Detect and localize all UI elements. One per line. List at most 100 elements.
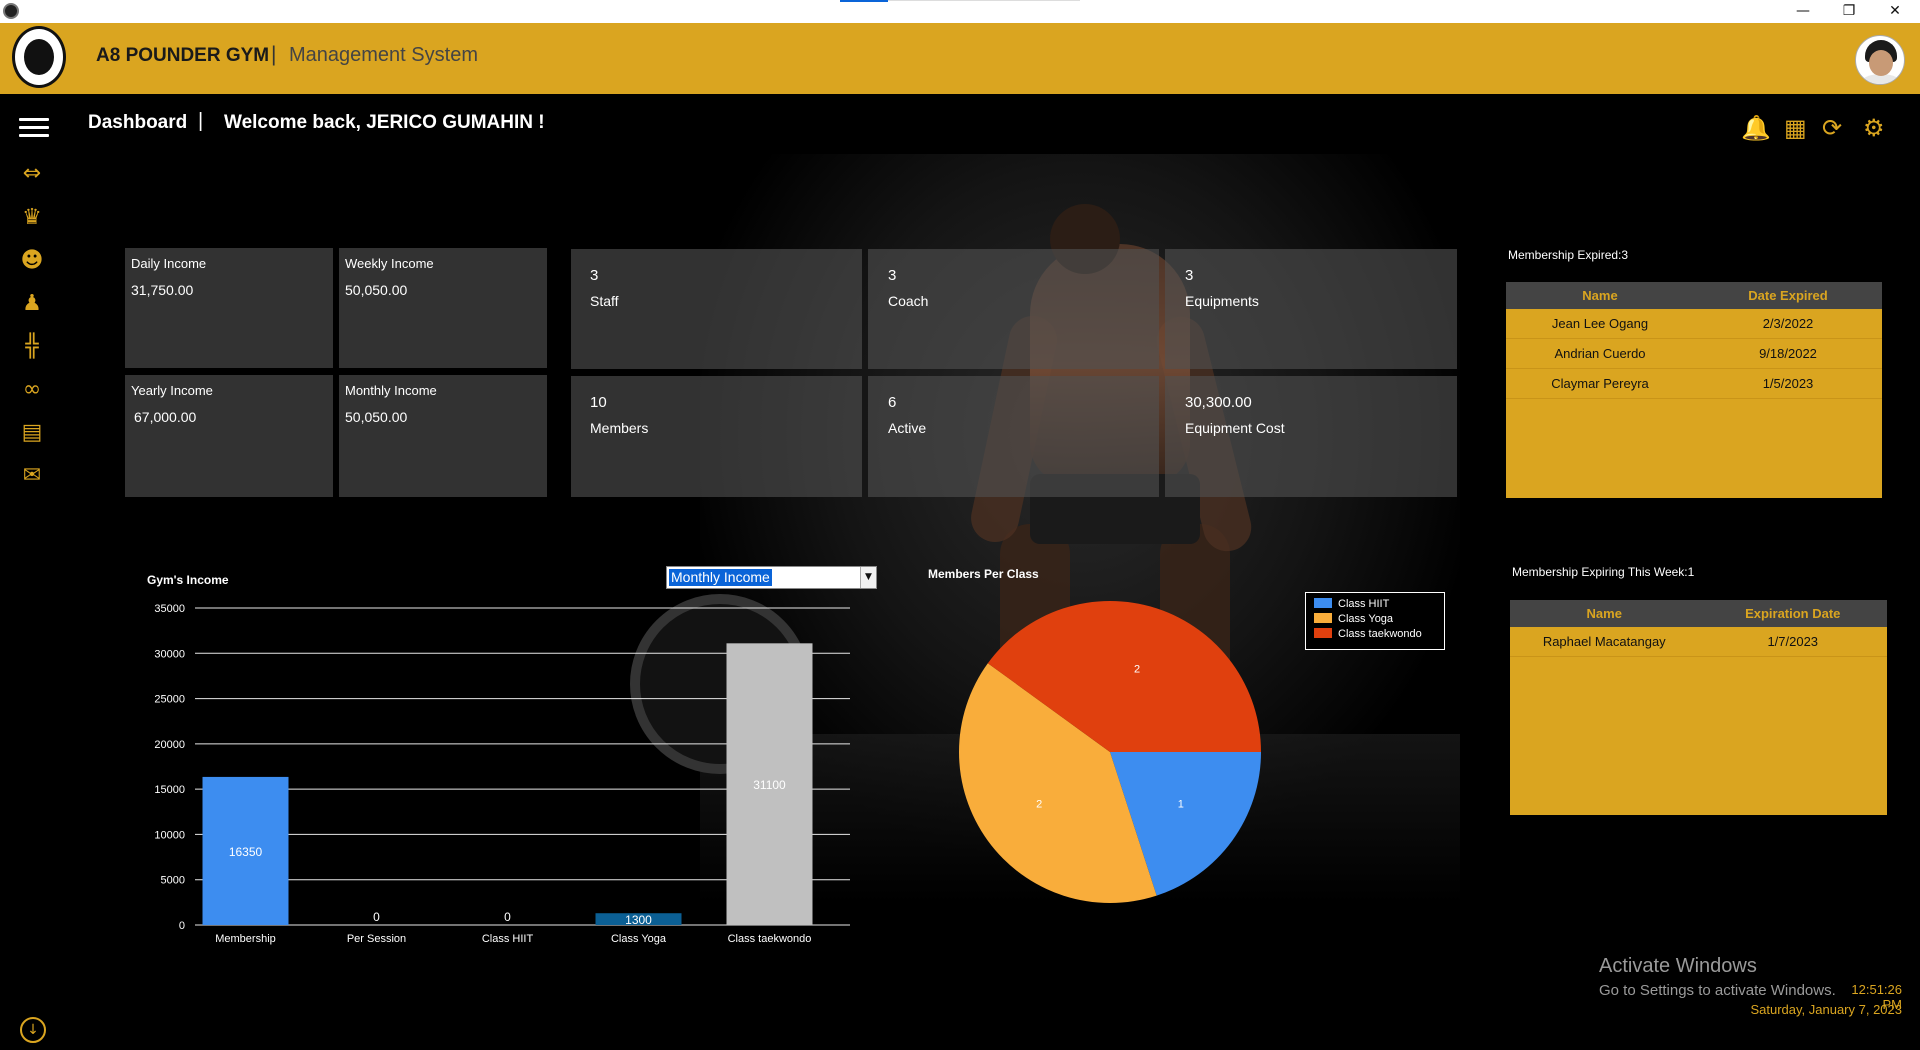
daily-income-tile: Daily Income 31,750.00 xyxy=(125,248,333,368)
expiring-title: Membership Expiring This Week:1 xyxy=(1512,565,1695,579)
equipments-tile[interactable]: 3 Equipments xyxy=(1165,249,1457,369)
column-header: Date Expired xyxy=(1748,288,1828,303)
calculator-icon[interactable]: ▦ xyxy=(1784,114,1807,142)
coach-icon[interactable]: ☻ xyxy=(17,247,47,273)
minimize-button[interactable]: — xyxy=(1780,0,1826,23)
table-header: Name Date Expired xyxy=(1506,282,1882,309)
y-tick-label: 5000 xyxy=(161,875,185,887)
tile-value: 50,050.00 xyxy=(345,409,408,425)
data-label: 0 xyxy=(504,910,511,924)
tile-count: 10 xyxy=(590,394,607,411)
clock-date: Saturday, January 7, 2023 xyxy=(1750,1002,1902,1017)
data-label: 31100 xyxy=(753,778,786,792)
staff-tile[interactable]: 3 Staff xyxy=(571,249,862,369)
column-header: Name xyxy=(1586,606,1622,621)
equipment-cost-tile[interactable]: 30,300.00 Equipment Cost xyxy=(1165,376,1457,497)
tile-label: Coach xyxy=(888,293,929,309)
tile-label: Members xyxy=(590,420,649,436)
x-tick-label: Class HIIT xyxy=(482,933,534,945)
mail-icon[interactable]: ✉ xyxy=(17,462,47,488)
members-tile[interactable]: 10 Members xyxy=(571,376,862,497)
user-avatar[interactable] xyxy=(1855,35,1905,85)
report-icon[interactable]: ▤ xyxy=(17,419,47,445)
refresh-icon[interactable]: ⟳ xyxy=(1822,114,1842,142)
taskbar-indicator xyxy=(840,0,888,2)
taskbar-track xyxy=(888,0,1080,1)
column-header: Name xyxy=(1582,288,1618,303)
link-icon[interactable]: ∞ xyxy=(17,376,47,402)
tile-label: Yearly Income xyxy=(131,383,213,398)
income-period-select[interactable]: Monthly Income ▼ xyxy=(666,566,877,589)
data-label: 1300 xyxy=(625,913,652,927)
coach-tile[interactable]: 3 Coach xyxy=(868,249,1159,369)
chevron-down-icon[interactable]: ▼ xyxy=(860,567,876,588)
tile-label: Equipments xyxy=(1185,293,1259,309)
cell-name: Claymar Pereyra xyxy=(1551,376,1649,391)
y-tick-label: 0 xyxy=(179,920,185,932)
equipment-icon[interactable]: ╬ xyxy=(17,333,47,359)
slice-label: 2 xyxy=(1036,798,1042,810)
data-label: 0 xyxy=(373,910,380,924)
tile-count: 6 xyxy=(888,394,897,411)
income-chart-title: Gym's Income xyxy=(147,573,229,587)
income-bar-chart: 0 5000 10000 15000 20000 25000 30000 35000 16350… xyxy=(154,603,850,945)
table-row[interactable]: Andrian Cuerdo 9/18/2022 xyxy=(1506,339,1882,369)
pie-legend: Class HIIT Class Yoga Class taekwondo xyxy=(1305,592,1445,650)
active-tile[interactable]: 6 Active xyxy=(868,376,1159,497)
cell-date: 1/5/2023 xyxy=(1762,376,1814,391)
cell-name: Jean Lee Ogang xyxy=(1551,316,1649,331)
expired-table: Name Date Expired Jean Lee Ogang 2/3/202… xyxy=(1506,282,1882,498)
app-header: A8 POUNDER GYM | Management System xyxy=(0,23,1920,94)
x-tick-label: Class taekwondo xyxy=(728,933,812,945)
bell-icon[interactable]: 🔔 xyxy=(1741,114,1771,142)
tile-value: 31,750.00 xyxy=(131,282,194,298)
settings-gears-icon[interactable]: ⚙ xyxy=(1863,114,1885,142)
tile-count: 3 xyxy=(888,267,897,284)
app-icon xyxy=(3,3,19,19)
download-icon[interactable]: ↓ xyxy=(20,1017,46,1043)
data-label: 16350 xyxy=(229,845,263,859)
close-button[interactable]: ✕ xyxy=(1872,0,1918,23)
tile-count: 30,300.00 xyxy=(1185,394,1252,411)
user-icon[interactable]: ♟ xyxy=(17,290,47,316)
tile-label: Staff xyxy=(590,293,619,309)
table-header: Name Expiration Date xyxy=(1510,600,1887,627)
y-tick-label: 20000 xyxy=(154,739,185,751)
x-tick-label: Class Yoga xyxy=(611,933,667,945)
gym-logo xyxy=(12,26,66,88)
watermark-text: Go to Settings to activate Windows. xyxy=(1599,982,1836,999)
sidebar: ⇔ ♛ ☻ ♟ ╬ ∞ ▤ ✉ xyxy=(0,94,66,1050)
members-group-icon[interactable]: ♛ xyxy=(17,204,47,230)
slice-label: 1 xyxy=(1178,798,1184,810)
x-tick-label: Membership xyxy=(215,933,276,945)
watermark-title: Activate Windows xyxy=(1599,955,1757,977)
brand-separator: | xyxy=(271,43,277,66)
title-separator: | xyxy=(198,110,204,132)
weekly-income-tile: Weekly Income 50,050.00 xyxy=(339,248,547,368)
y-tick-label: 30000 xyxy=(154,648,185,660)
tile-value: 50,050.00 xyxy=(345,282,408,298)
brand-subtitle: Management System xyxy=(289,44,478,66)
table-row[interactable]: Raphael Macatangay 1/7/2023 xyxy=(1510,627,1887,657)
tile-label: Weekly Income xyxy=(345,256,434,271)
y-tick-label: 35000 xyxy=(154,603,185,615)
cell-date: 2/3/2022 xyxy=(1762,316,1814,331)
calendar-swap-icon[interactable]: ⇔ xyxy=(17,160,47,186)
restore-button[interactable]: ❐ xyxy=(1826,0,1872,23)
class-chart-title: Members Per Class xyxy=(928,567,1039,581)
tile-label: Daily Income xyxy=(131,256,207,271)
app-window: — ❐ ✕ A8 POUNDER GYM | Management System… xyxy=(0,0,1920,1050)
tile-value: 67,000.00 xyxy=(134,409,197,425)
cell-name: Raphael Macatangay xyxy=(1542,634,1666,649)
table-row[interactable]: Claymar Pereyra 1/5/2023 xyxy=(1506,369,1882,399)
welcome-message: Welcome back, JERICO GUMAHIN ! xyxy=(224,112,545,133)
y-tick-label: 15000 xyxy=(154,784,185,796)
legend-item: Class HIIT xyxy=(1314,598,1389,610)
brand-name: A8 POUNDER GYM xyxy=(96,45,270,66)
expired-title: Membership Expired:3 xyxy=(1508,248,1629,262)
table-row[interactable]: Jean Lee Ogang 2/3/2022 xyxy=(1506,309,1882,339)
menu-icon[interactable] xyxy=(19,118,49,138)
tile-label: Monthly Income xyxy=(345,383,437,398)
tile-count: 3 xyxy=(590,267,599,284)
tile-count: 3 xyxy=(1185,267,1194,284)
